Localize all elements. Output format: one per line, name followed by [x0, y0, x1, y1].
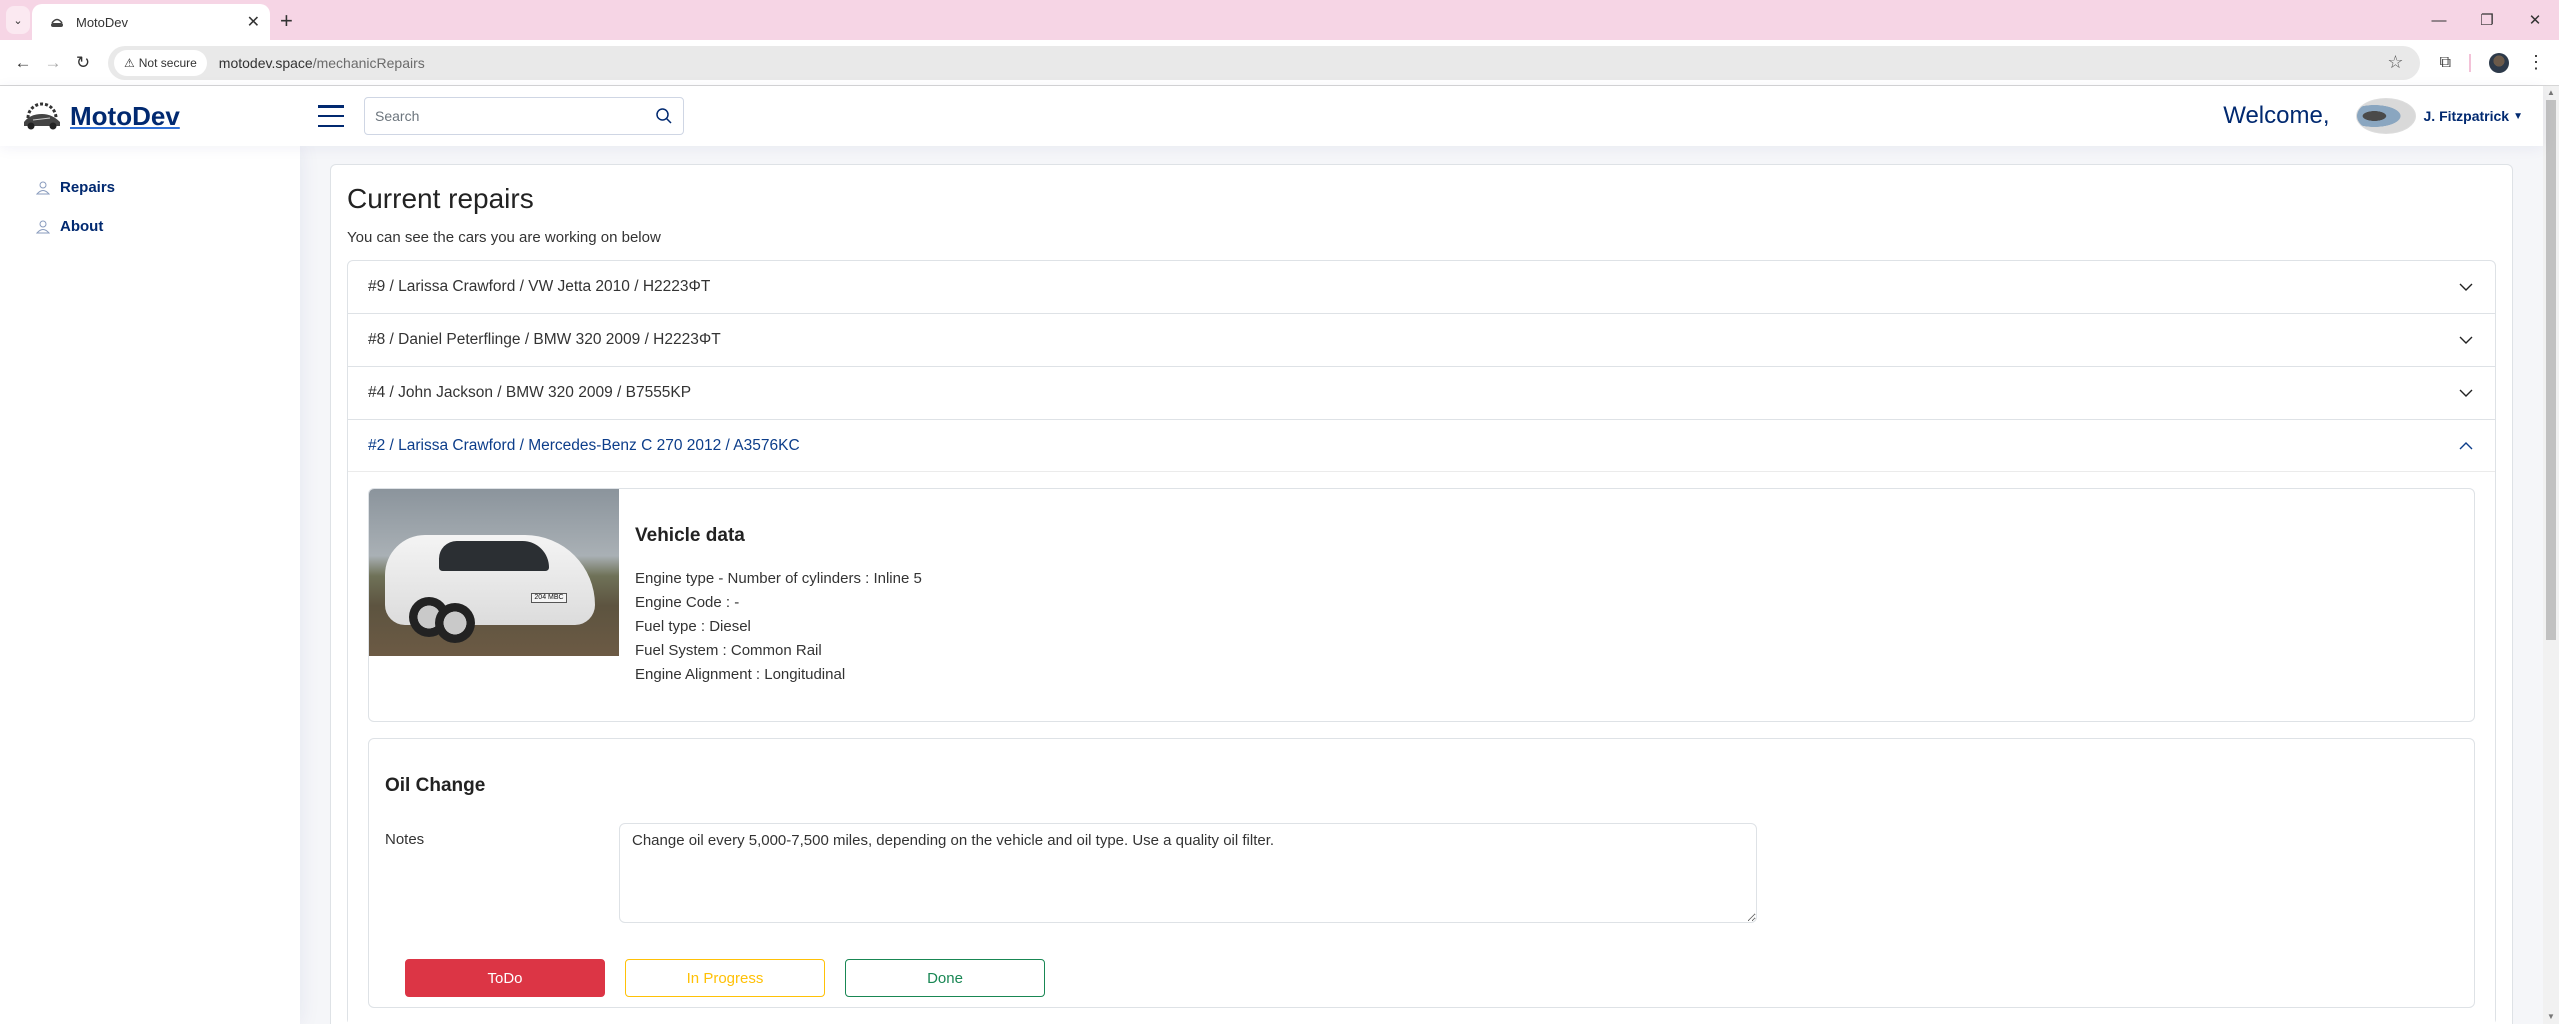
car-wheel-shape [435, 603, 475, 643]
person-icon [36, 181, 50, 194]
browser-tab-strip: ⌄ MotoDev ✕ + — ❐ ✕ [0, 0, 2559, 40]
reload-icon[interactable]: ↻ [68, 48, 98, 78]
vehicle-data: Vehicle data Engine type - Number of cyl… [619, 489, 938, 721]
repair-header[interactable]: #2 / Larissa Crawford / Mercedes-Benz C … [348, 420, 2495, 472]
repairs-accordion: #9 / Larissa Crawford / VW Jetta 2010 / … [347, 260, 2496, 1024]
todo-button[interactable]: ToDo [405, 959, 605, 997]
repair-title: #8 / Daniel Peterflinge / BMW 320 2009 /… [368, 331, 721, 348]
sidebar-item-about[interactable]: About [0, 207, 300, 246]
security-chip[interactable]: ⚠ Not secure [114, 49, 207, 76]
app: MotoDev Welcome, J. Fitzpatrick ▼ Repair… [0, 86, 2559, 1024]
notes-label: Notes [385, 831, 425, 848]
close-tab-icon[interactable]: ✕ [247, 12, 260, 32]
user-dropdown[interactable]: J. Fitzpatrick ▼ [2355, 98, 2523, 134]
notes-textarea[interactable]: Change oil every 5,000-7,500 miles, depe… [619, 823, 1757, 923]
hamburger-menu-icon[interactable] [318, 105, 344, 127]
sidebar-item-label: About [60, 218, 104, 235]
sidebar-item-repairs[interactable]: Repairs [0, 168, 300, 207]
url-text[interactable]: motodev.space/mechanicRepairs [219, 55, 425, 71]
repair-title: #4 / John Jackson / BMW 320 2009 / B7555… [368, 384, 692, 401]
vehicle-data-row: Engine Code : - [635, 594, 740, 611]
user-avatar [2355, 98, 2416, 134]
page-scrollbar[interactable]: ▲ ▼ [2543, 86, 2559, 1024]
in-progress-button[interactable]: In Progress [625, 959, 825, 997]
chevron-up-icon [2459, 442, 2473, 450]
brand-link[interactable]: MotoDev [20, 100, 318, 132]
motodev-favicon-icon [48, 13, 66, 31]
window-controls: — ❐ ✕ [2415, 0, 2559, 40]
page-subtitle: You can see the cars you are working on … [347, 229, 661, 246]
repair-title: #2 / Larissa Crawford / Mercedes-Benz C … [368, 437, 800, 454]
repair-item: #8 / Daniel Peterflinge / BMW 320 2009 /… [348, 314, 2495, 367]
url-path: /mechanicRepairs [312, 54, 425, 71]
repairs-card: Current repairs You can see the cars you… [330, 164, 2513, 1024]
vehicle-card: 204 MBC Vehicle data Engine type - Numbe… [368, 488, 2475, 722]
forward-icon[interactable]: → [38, 48, 68, 78]
repair-title: #9 / Larissa Crawford / VW Jetta 2010 / … [368, 278, 711, 295]
sidebar: Repairs About [0, 146, 300, 1024]
address-bar[interactable]: ⚠ Not secure motodev.space/mechanicRepai… [108, 45, 2420, 80]
toolbar-divider [2469, 53, 2471, 72]
search-icon[interactable] [655, 107, 673, 125]
chevron-down-icon [2459, 283, 2473, 291]
restore-icon[interactable]: ❐ [2463, 0, 2511, 40]
license-plate: 204 MBC [531, 593, 567, 603]
chevron-down-icon: ⌄ [13, 14, 23, 27]
status-buttons: ToDo In Progress Done [385, 959, 2458, 997]
repair-details: 204 MBC Vehicle data Engine type - Numbe… [348, 472, 2495, 1024]
chevron-down-icon [2459, 389, 2473, 397]
back-icon[interactable]: ← [8, 48, 38, 78]
tab-title: MotoDev [76, 14, 129, 30]
repair-item: #4 / John Jackson / BMW 320 2009 / B7555… [348, 367, 2495, 420]
close-window-icon[interactable]: ✕ [2511, 0, 2559, 40]
caret-down-icon: ▼ [2513, 110, 2523, 122]
browser-tab[interactable]: MotoDev ✕ [32, 4, 270, 40]
chevron-down-icon [2459, 336, 2473, 344]
new-tab-button[interactable]: + [280, 8, 293, 34]
tab-search-button[interactable]: ⌄ [6, 6, 30, 34]
browser-toolbar: ← → ↻ ⚠ Not secure motodev.space/mechani… [0, 40, 2559, 86]
sidebar-item-label: Repairs [60, 179, 116, 196]
url-domain: motodev.space [218, 54, 313, 71]
repair-item-expanded: #2 / Larissa Crawford / Mercedes-Benz C … [348, 420, 2495, 1024]
warning-icon: ⚠ [124, 55, 135, 70]
search-box [364, 97, 684, 135]
notes-row: Notes Change oil every 5,000-7,500 miles… [385, 823, 2458, 923]
extensions-icon[interactable]: ⧉ [2440, 54, 2451, 72]
vehicle-data-row: Engine Alignment : Longitudinal [635, 666, 846, 683]
vehicle-data-heading: Vehicle data [635, 525, 745, 546]
browser-menu-icon[interactable]: ⋮ [2527, 52, 2545, 73]
scroll-down-icon[interactable]: ▼ [2543, 1010, 2559, 1024]
done-button[interactable]: Done [845, 959, 1045, 997]
minimize-icon[interactable]: — [2415, 0, 2463, 40]
search-input[interactable] [375, 108, 655, 124]
vehicle-data-row: Fuel System : Common Rail [635, 642, 822, 659]
repair-header[interactable]: #9 / Larissa Crawford / VW Jetta 2010 / … [348, 261, 2495, 313]
repair-item: #9 / Larissa Crawford / VW Jetta 2010 / … [348, 261, 2495, 314]
person-icon [36, 220, 50, 233]
scrollbar-thumb[interactable] [2546, 100, 2556, 640]
security-label: Not secure [138, 55, 197, 70]
app-header: MotoDev Welcome, J. Fitzpatrick ▼ [0, 86, 2543, 146]
task-card: Oil Change Notes Change oil every 5,000-… [368, 738, 2475, 1008]
car-windows-shape [439, 541, 549, 571]
bookmark-star-icon[interactable]: ☆ [2387, 52, 2403, 73]
car-image: 204 MBC [369, 489, 619, 656]
repair-header[interactable]: #4 / John Jackson / BMW 320 2009 / B7555… [348, 367, 2495, 419]
user-name: J. Fitzpatrick [2423, 108, 2510, 124]
brand-name: MotoDev [70, 100, 180, 131]
car-gear-logo-icon [24, 102, 60, 130]
page-title: Current repairs [347, 183, 534, 214]
vehicle-data-row: Engine type - Number of cylinders : Inli… [635, 570, 922, 587]
repair-header[interactable]: #8 / Daniel Peterflinge / BMW 320 2009 /… [348, 314, 2495, 366]
task-title: Oil Change [385, 775, 486, 796]
welcome-text: Welcome, [2223, 102, 2330, 129]
vehicle-data-row: Fuel type : Diesel [635, 618, 751, 635]
profile-avatar-icon[interactable] [2489, 52, 2509, 73]
scroll-up-icon[interactable]: ▲ [2543, 86, 2559, 100]
